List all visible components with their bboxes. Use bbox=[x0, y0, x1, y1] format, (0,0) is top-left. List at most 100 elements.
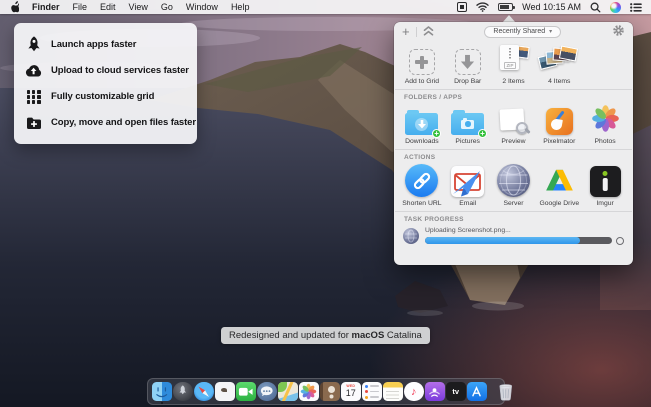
app-pixelmator[interactable]: Pixelmator bbox=[536, 104, 582, 145]
feature-label: Launch apps faster bbox=[51, 39, 136, 50]
dock-messages-icon[interactable] bbox=[257, 382, 277, 402]
running-indicator bbox=[161, 402, 163, 404]
feature-label: Copy, move and open files faster bbox=[51, 117, 196, 128]
menu-bar: Finder File Edit View Go Window Help Wed… bbox=[0, 0, 651, 14]
menu-bar-clock[interactable]: Wed 10:15 AM bbox=[522, 2, 581, 12]
dock-tv-icon[interactable]: tv bbox=[446, 382, 466, 402]
dock-preview-icon[interactable] bbox=[215, 382, 235, 402]
caption-banner: Redesigned and updated for macOS Catalin… bbox=[221, 327, 430, 344]
grid-icon bbox=[25, 88, 42, 105]
dock-app-store-icon[interactable] bbox=[467, 382, 487, 402]
menu-go[interactable]: Go bbox=[161, 0, 173, 14]
feature-upload: Upload to cloud services faster bbox=[25, 57, 196, 83]
action-server[interactable]: Server bbox=[491, 164, 537, 207]
divider bbox=[416, 27, 417, 37]
battery-icon[interactable] bbox=[498, 0, 513, 14]
zip-file-icon: ZIP bbox=[497, 45, 529, 75]
menu-window[interactable]: Window bbox=[186, 0, 218, 14]
siri-icon[interactable] bbox=[610, 0, 621, 14]
drop-target-photo-stack[interactable]: 4 Items bbox=[536, 45, 582, 85]
drop-target-drop-bar[interactable]: Drop Bar bbox=[445, 45, 491, 85]
downloads-folder-icon: + bbox=[405, 113, 438, 135]
action-imgur[interactable]: Imgur bbox=[582, 164, 628, 207]
dock-reminders-icon[interactable] bbox=[362, 382, 382, 402]
drop-target-add-to-grid[interactable]: Add to Grid bbox=[399, 45, 445, 85]
folder-plus-icon bbox=[25, 114, 42, 131]
dock-notes-icon[interactable] bbox=[383, 382, 403, 402]
dock-maps-icon[interactable] bbox=[278, 382, 298, 402]
feature-launch: Launch apps faster bbox=[25, 31, 196, 57]
collapse-chevrons-icon[interactable] bbox=[423, 26, 434, 38]
menu-help[interactable]: Help bbox=[231, 0, 250, 14]
dock-finder-icon[interactable] bbox=[152, 382, 172, 402]
app-preview[interactable]: Preview bbox=[491, 104, 537, 145]
section-task-progress: TASK PROGRESS bbox=[394, 212, 633, 224]
cancel-upload-button[interactable] bbox=[616, 237, 624, 245]
action-shorten-url[interactable]: Shorten URL bbox=[399, 164, 445, 207]
folders-apps-row: + Downloads + Pictures Preview bbox=[394, 102, 633, 149]
cloud-upload-icon bbox=[25, 62, 42, 79]
gear-icon[interactable] bbox=[612, 24, 625, 39]
menu-edit[interactable]: Edit bbox=[100, 0, 116, 14]
dropzone-panel: + Recently Shared ▾ Add to Grid bbox=[394, 22, 633, 265]
app-photos[interactable]: Photos bbox=[582, 104, 628, 145]
imgur-icon bbox=[590, 166, 621, 197]
action-google-drive[interactable]: Google Drive bbox=[536, 164, 582, 207]
add-icon[interactable]: + bbox=[402, 26, 410, 38]
drop-bar-icon bbox=[455, 49, 481, 75]
menu-view[interactable]: View bbox=[129, 0, 148, 14]
upload-progress-fill bbox=[425, 237, 580, 244]
drop-target-zip-stack[interactable]: ZIP 2 Items bbox=[491, 45, 537, 85]
dock: WED 17 ♪ tv bbox=[147, 378, 505, 405]
panel-header: + Recently Shared ▾ bbox=[394, 22, 633, 41]
actions-row: Shorten URL Email bbox=[394, 162, 633, 211]
section-folders-apps: FOLDERS / APPS bbox=[394, 90, 633, 102]
menu-finder[interactable]: Finder bbox=[32, 0, 60, 14]
dropzone-menubar-icon[interactable] bbox=[457, 0, 467, 14]
spotlight-icon[interactable] bbox=[590, 0, 601, 14]
preview-app-icon bbox=[499, 108, 528, 135]
dock-music-icon[interactable]: ♪ bbox=[404, 382, 424, 402]
dock-podcasts-icon[interactable] bbox=[425, 382, 445, 402]
feature-grid: Fully customizable grid bbox=[25, 84, 196, 110]
section-actions: ACTIONS bbox=[394, 150, 633, 162]
feature-label: Upload to cloud services faster bbox=[51, 65, 189, 76]
dock-safari-icon[interactable] bbox=[194, 382, 214, 402]
globe-icon bbox=[497, 164, 530, 197]
feature-label: Fully customizable grid bbox=[51, 91, 154, 102]
dock-contacts-icon[interactable] bbox=[320, 382, 340, 402]
wifi-icon[interactable] bbox=[476, 0, 489, 14]
add-badge-icon: + bbox=[478, 129, 488, 139]
dock-facetime-icon[interactable] bbox=[236, 382, 256, 402]
feature-card: Launch apps faster Upload to cloud servi… bbox=[14, 23, 197, 144]
add-to-grid-icon bbox=[409, 49, 435, 75]
folder-pictures[interactable]: + Pictures bbox=[445, 104, 491, 145]
chevron-down-icon: ▾ bbox=[549, 28, 552, 35]
add-badge-icon: + bbox=[432, 129, 442, 139]
task-label: Uploading Screenshot.png... bbox=[425, 227, 624, 234]
google-drive-icon bbox=[543, 166, 576, 197]
dock-launchpad-icon[interactable] bbox=[173, 382, 193, 402]
email-icon bbox=[451, 166, 484, 197]
action-email[interactable]: Email bbox=[445, 164, 491, 207]
apple-menu-icon[interactable] bbox=[9, 0, 19, 14]
menu-file[interactable]: File bbox=[73, 0, 88, 14]
pixelmator-app-icon bbox=[546, 108, 573, 135]
task-globe-icon bbox=[403, 228, 419, 244]
photos-app-icon bbox=[591, 104, 620, 135]
recently-shared-dropdown[interactable]: Recently Shared ▾ bbox=[484, 26, 561, 38]
rocket-icon bbox=[25, 36, 42, 53]
dock-trash-icon[interactable] bbox=[496, 382, 516, 402]
photo-stack-icon bbox=[539, 47, 579, 75]
drop-grid-row: Add to Grid Drop Bar ZIP 2 Items 4 It bbox=[394, 41, 633, 89]
link-icon bbox=[405, 164, 438, 197]
folder-downloads[interactable]: + Downloads bbox=[399, 104, 445, 145]
pictures-folder-icon: + bbox=[451, 113, 484, 135]
dock-photos-icon[interactable] bbox=[299, 382, 319, 402]
upload-progress-bar bbox=[425, 237, 612, 244]
notification-center-icon[interactable] bbox=[630, 0, 642, 14]
feature-copy: Copy, move and open files faster bbox=[25, 110, 196, 136]
task-progress-row: Uploading Screenshot.png... bbox=[394, 224, 633, 253]
dock-calendar-icon[interactable]: WED 17 bbox=[341, 382, 361, 402]
desktop: Finder File Edit View Go Window Help Wed… bbox=[0, 0, 651, 407]
